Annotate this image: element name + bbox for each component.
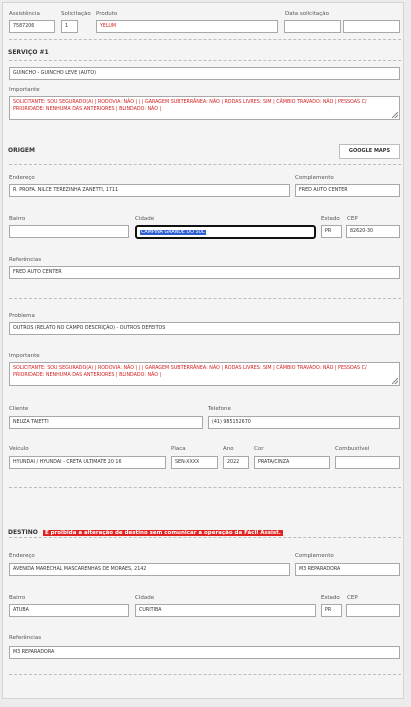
origem-cep-field[interactable]: 82620-30 [346,225,400,238]
produto-field[interactable]: YELUM [96,20,278,33]
destino-heading: DESTINO É proibida a alteração de destin… [8,519,283,538]
divider [9,537,401,538]
destino-referencias-field[interactable]: M3 REPARADORA [9,646,400,659]
origem-cidade-label: Cidade [135,216,155,222]
origem-estado-field[interactable]: PR [321,225,342,238]
destino-endereco-field[interactable]: AVENIDA MARECHAL MASCARENHAS DE MORAES, … [9,563,290,576]
assistencia-label: Assistência [9,11,40,17]
origem-cidade-field[interactable]: CAMPINA GRANDE DO SUL [135,225,316,239]
solicitacao-label: Solicitação [61,11,91,17]
detalhes-importante-text: SOLICITANTE: SOU SEGURADO(A) | RODOVIA: … [13,366,367,378]
veiculo-field[interactable]: HYUNDAI / HYUNDAI - CRETA ULTIMATE 20 16 [9,456,166,469]
telefone-field[interactable]: (41) 985152670 [208,416,400,429]
destino-cep-field[interactable] [346,604,400,617]
divider [9,164,401,165]
produto-label: Produto [96,11,118,17]
origem-cidade-selected-text: CAMPINA GRANDE DO SUL [140,230,206,235]
combustivel-label: Combustível [335,446,370,452]
servico-title: SERVIÇO #1 [8,49,49,56]
data-solicitacao-label: Data solicitação [285,11,330,17]
destino-warning-badge: É proibida a alteração de destino sem co… [42,530,283,536]
resize-grip-icon[interactable] [392,112,398,118]
service-form-panel: Assistência 7587206 Solicitação 1 Produt… [2,2,404,699]
detalhes-importante-label: Importante [9,353,40,359]
destino-bairro-field[interactable]: ATUBA [9,604,129,617]
placa-label: Placa [171,446,186,452]
origem-bairro-field[interactable] [9,225,129,238]
assistencia-field[interactable]: 7587206 [9,20,55,33]
destino-estado-field[interactable]: PR [321,604,342,617]
origem-referencias-field[interactable]: FRED AUTO CENTER [9,266,400,279]
destino-endereco-label: Endereço [9,553,35,559]
destino-bairro-label: Bairro [9,595,26,601]
divider [9,487,401,488]
divider [9,39,401,40]
origem-estado-label: Estado [321,216,340,222]
ano-label: Ano [223,446,234,452]
destino-complemento-label: Complemento [295,553,334,559]
cliente-label: Cliente [9,406,29,412]
divider [9,674,401,675]
destino-cidade-field[interactable]: CURITIBA [135,604,316,617]
combustivel-field[interactable] [335,456,400,469]
problema-field[interactable]: OUTROS (RELATO NO CAMPO DESCRIÇÃO) - OUT… [9,322,400,335]
veiculo-label: Veículo [9,446,29,452]
cor-label: Cor [254,446,264,452]
origem-cep-label: CEP [347,216,358,222]
cor-field[interactable]: PRATA/CINZA [254,456,330,469]
placa-field[interactable]: SEN-XXXX [171,456,218,469]
origem-endereco-field[interactable]: R. PROFA. NILCE TEREZINHA ZANETTI, 1711 [9,184,290,197]
destino-estado-label: Estado [321,595,340,601]
destino-cep-label: CEP [347,595,358,601]
data-solicitacao-field[interactable] [284,20,341,33]
origem-referencias-label: Referências [9,257,42,263]
destino-referencias-label: Referências [9,635,42,641]
origem-complemento-field[interactable]: FRED AUTO CENTER [295,184,400,197]
solicitacao-field[interactable]: 1 [61,20,78,33]
divider [9,60,401,61]
servico-field[interactable]: GUINCHO - GUINCHO LEVE (AUTO) [9,67,400,80]
cliente-field[interactable]: NEUZA TAIETTI [9,416,203,429]
origem-complemento-label: Complemento [295,175,334,181]
origem-bairro-label: Bairro [9,216,26,222]
divider [9,298,401,299]
problema-label: Problema [9,313,35,319]
destino-title: DESTINO [8,529,38,536]
importante-label: Importante [9,87,40,93]
hora-solicitacao-field[interactable] [343,20,400,33]
importante-textarea[interactable]: SOLICITANTE: SOU SEGURADO(A) | RODOVIA: … [9,96,400,120]
ano-field[interactable]: 2022 [223,456,249,469]
detalhes-importante-textarea[interactable]: SOLICITANTE: SOU SEGURADO(A) | RODOVIA: … [9,362,400,386]
google-maps-button[interactable]: GOOGLE MAPS [339,144,400,159]
importante-text: SOLICITANTE: SOU SEGURADO(A) | RODOVIA: … [13,100,367,112]
destino-cidade-label: Cidade [135,595,155,601]
origem-endereco-label: Endereço [9,175,35,181]
resize-grip-icon[interactable] [392,378,398,384]
origem-title: ORIGEM [8,147,35,154]
destino-complemento-field[interactable]: M3 REPARADORA [295,563,400,576]
telefone-label: Telefone [208,406,231,412]
